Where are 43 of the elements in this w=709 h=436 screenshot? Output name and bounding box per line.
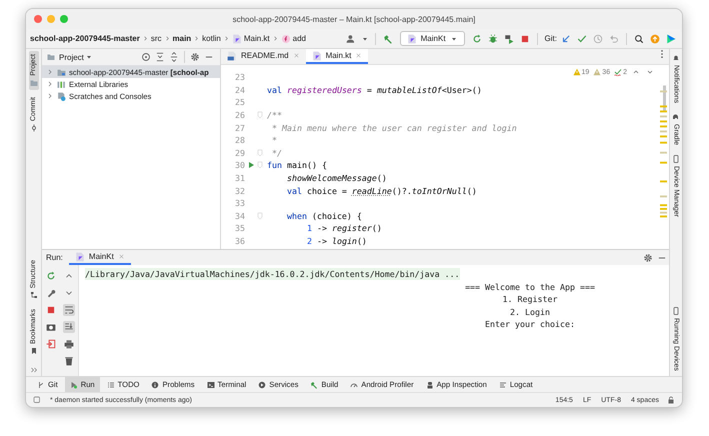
git-label: Git:: [544, 34, 557, 43]
console-output: === Welcome to the App ===: [465, 282, 595, 292]
line-number: 23: [234, 72, 245, 82]
line-number: 28: [234, 135, 245, 146]
console-output: 1. Register: [502, 294, 558, 304]
console-output: Enter your choice:: [485, 318, 575, 329]
code-line: /**: [267, 110, 282, 120]
code-line: val registeredUsers = mutableListOf<User>(): [267, 84, 482, 95]
line-number: 34: [234, 210, 245, 221]
code-line: fun main() {: [267, 160, 327, 170]
window-title: school-app-20079445-master – Main.kt [school-app-20079445.main]: [232, 14, 476, 24]
breadcrumb[interactable]: main: [172, 34, 192, 43]
code-line: showWelcomeMessage(): [286, 173, 387, 184]
code-line: */: [270, 148, 282, 158]
code-line: *: [270, 135, 277, 146]
code-line: 2 -> login(): [306, 236, 367, 246]
line-number: 26: [234, 110, 245, 120]
line-number: 27: [234, 122, 245, 133]
code-line: when (choice) {: [286, 210, 362, 221]
line-number: 24: [234, 84, 245, 95]
line-number: 32: [234, 186, 245, 196]
line-number: 31: [234, 173, 245, 184]
console-output: 2. Login: [510, 306, 550, 317]
breadcrumb[interactable]: Main.kt: [244, 34, 270, 43]
code-line: 1 -> register(): [306, 223, 382, 234]
editor-tab[interactable]: Main.kt: [306, 49, 368, 64]
line-number: 36: [234, 236, 245, 246]
line-number: 35: [234, 223, 245, 234]
code-line: val choice = readLine()?.toIntOrNull(): [286, 186, 477, 196]
code-line: * Main menu where the user can register and login: [270, 122, 517, 133]
panel-title[interactable]: Project: [59, 52, 84, 62]
breadcrumb[interactable]: school-app-20079445-master: [30, 34, 140, 43]
breadcrumb[interactable]: src: [150, 34, 162, 43]
run-config-dropdown[interactable]: MainKt: [400, 31, 465, 46]
breadcrumb[interactable]: kotlin: [202, 34, 221, 43]
line-number: 33: [234, 198, 245, 208]
line-number: 30: [234, 160, 245, 170]
console-command: /Library/Java/JavaVirtualMachines/jdk-16.0.2.jdk/Contents/Home/bin/java ...: [85, 268, 460, 280]
editor-tab[interactable]: README.md: [221, 49, 306, 64]
line-number: 29: [234, 148, 245, 158]
line-number: 25: [234, 97, 245, 108]
run-label: Run:: [46, 253, 63, 262]
breadcrumb[interactable]: add: [292, 34, 306, 43]
